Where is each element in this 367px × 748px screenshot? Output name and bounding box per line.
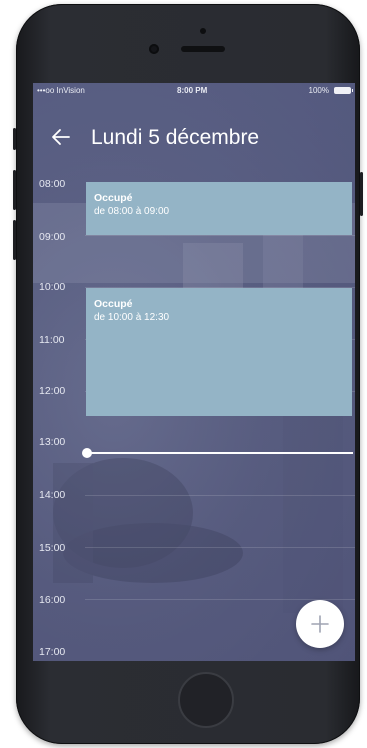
clock: 8:00 PM bbox=[177, 86, 208, 95]
hour-label: 12:00 bbox=[39, 385, 66, 397]
hour-label: 15:00 bbox=[39, 542, 66, 554]
status-bar: •••oo InVision 8:00 PM 100% bbox=[33, 83, 355, 99]
event-title: Occupé bbox=[94, 298, 133, 310]
app-screen: •••oo InVision 8:00 PM 100% Lundi 5 déce… bbox=[33, 83, 355, 661]
event-block[interactable]: Occupé de 08:00 à 09:00 bbox=[86, 182, 352, 235]
current-time-dot bbox=[82, 448, 92, 458]
back-button[interactable] bbox=[49, 125, 73, 149]
home-button[interactable] bbox=[178, 672, 234, 728]
hour-label: 14:00 bbox=[39, 489, 66, 501]
hour-label: 11:00 bbox=[39, 334, 65, 346]
mute-switch bbox=[13, 128, 16, 150]
hour-label: 08:00 bbox=[39, 178, 66, 190]
event-time: de 10:00 à 12:30 bbox=[94, 312, 170, 323]
hour-label: 10:00 bbox=[39, 281, 66, 293]
add-event-button[interactable] bbox=[296, 600, 344, 648]
page-title: Lundi 5 décembre bbox=[91, 126, 260, 149]
grid-line bbox=[85, 547, 355, 548]
header: Lundi 5 décembre bbox=[33, 119, 355, 159]
current-time-line bbox=[87, 452, 353, 454]
battery-percent: 100% bbox=[308, 86, 329, 95]
hour-label: 09:00 bbox=[39, 231, 66, 243]
grid-line bbox=[85, 235, 355, 236]
hour-label: 13:00 bbox=[39, 436, 66, 448]
earpiece-speaker bbox=[181, 46, 225, 52]
grid-line bbox=[85, 495, 355, 496]
carrier-label: •••oo InVision bbox=[37, 86, 85, 95]
battery-icon bbox=[334, 87, 353, 94]
front-camera bbox=[149, 44, 159, 54]
power-button bbox=[360, 172, 363, 216]
volume-up-button bbox=[13, 170, 16, 210]
sensor-dot bbox=[200, 28, 206, 34]
volume-down-button bbox=[13, 220, 16, 260]
arrow-left-icon bbox=[52, 129, 70, 145]
plus-icon bbox=[311, 615, 329, 633]
hour-label: 16:00 bbox=[39, 594, 66, 606]
hour-label: 17:00 bbox=[39, 646, 66, 658]
event-title: Occupé bbox=[94, 192, 133, 204]
event-time: de 08:00 à 09:00 bbox=[94, 206, 170, 217]
event-block[interactable]: Occupé de 10:00 à 12:30 bbox=[86, 288, 352, 416]
